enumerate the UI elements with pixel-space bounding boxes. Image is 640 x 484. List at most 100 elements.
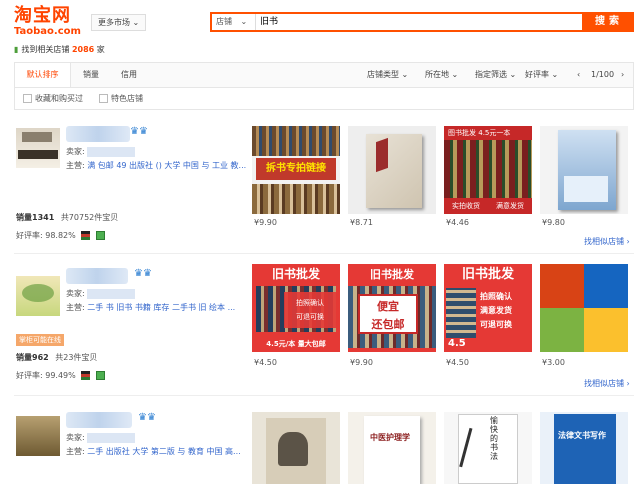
verified-icon	[95, 231, 105, 240]
seller-line: 卖家:	[66, 432, 136, 443]
rating-text: 好评率: 98.82%	[16, 231, 76, 240]
product-image[interactable]: 拆书专拍链接	[252, 126, 340, 214]
shop-name[interactable]	[66, 268, 128, 284]
tab-sales[interactable]: 销量	[73, 63, 109, 87]
similar-shops-link[interactable]: 找相似店铺 ›	[584, 236, 630, 247]
found-count: 2086	[71, 45, 95, 54]
product-label: 旧书批发	[370, 268, 414, 281]
checkbox-row: 收藏和购买过 特色店铺	[14, 88, 634, 110]
product-image[interactable]: 旧书批发 便宜还包邮	[348, 264, 436, 352]
product-price: ¥9.90	[254, 218, 277, 227]
chevron-down-icon: ⌄	[399, 70, 409, 79]
checkbox-purchased[interactable]: 收藏和购买过	[23, 93, 83, 104]
product-label: 拆书专拍链接	[256, 158, 336, 180]
product-label: 可退可换	[296, 313, 324, 321]
shop-type-dropdown[interactable]: 店铺类型 ⌄	[367, 63, 408, 87]
checkbox-icon	[23, 94, 32, 103]
seller-label: 卖家:	[66, 289, 85, 298]
search-input[interactable]	[260, 14, 560, 30]
prev-page-icon[interactable]: ‹	[577, 63, 580, 87]
product-label: 4.5	[448, 338, 466, 349]
product-label: 还包邮	[371, 318, 405, 331]
rating-line: 好评率: 98.82%	[16, 230, 105, 241]
shop-logo[interactable]	[16, 276, 60, 316]
similar-shops-link[interactable]: 找相似店铺 ›	[584, 378, 630, 389]
location-dropdown[interactable]: 所在地 ⌄	[425, 63, 458, 87]
tab-credit[interactable]: 信用	[111, 63, 147, 87]
product-image[interactable]: 旧书批发 拍照确认可退可换 4.5元/本 量大包邮	[252, 264, 340, 352]
rating-line: 好评率: 99.49%	[16, 370, 105, 381]
product-label: 旧书批发	[461, 267, 514, 282]
rating-label: 好评率	[525, 70, 549, 79]
main-business-line: 主营: 二手 书 旧书 书籍 库存 二手书 旧 绘本 ...	[66, 302, 235, 313]
location-label: 所在地	[425, 70, 449, 79]
filter-label: 指定筛选	[475, 70, 507, 79]
more-market-dropdown[interactable]: 更多市场 ⌄	[91, 14, 147, 31]
product-image[interactable]: 图书批发 4.5元一本 实拍收货 满意发货	[444, 126, 532, 214]
product-image[interactable]: 愉快的书法	[444, 412, 532, 484]
filter-dropdown[interactable]: 指定筛选 ⌄	[475, 63, 516, 87]
taobao-logo[interactable]: 淘宝网 Taobao.com	[14, 6, 84, 40]
product-label: 拍照确认	[296, 299, 324, 307]
product-label: 满意发货	[496, 202, 524, 210]
found-count-line: ▮ 找到相关店铺 2086 家	[14, 44, 105, 55]
main-label: 主营:	[66, 447, 85, 456]
chevron-down-icon: ⌄	[240, 17, 248, 26]
product-label: 旧书批发	[271, 267, 320, 281]
seller-label: 卖家:	[66, 147, 85, 156]
main-business-text[interactable]: 二手 书 旧书 书籍 库存 二手书 旧 绘本 ...	[87, 303, 235, 312]
search-type-label: 店铺	[216, 17, 232, 26]
product-image[interactable]	[540, 126, 628, 214]
search-type-select[interactable]: 店铺 ⌄	[216, 14, 256, 30]
sales-count: 销量962	[16, 353, 49, 362]
page-indicator: 1/100	[591, 70, 615, 79]
seller-name[interactable]	[87, 146, 136, 157]
consumer-protection-icon	[81, 371, 91, 380]
checkbox-featured-label: 特色店铺	[111, 94, 143, 103]
main-business-line: 主营: 满 包邮 49 出版社 () 大学 中国 与 工业 教...	[66, 160, 246, 171]
product-price: ¥4.50	[254, 358, 277, 367]
product-price: ¥3.00	[542, 358, 565, 367]
consumer-protection-icon	[81, 231, 91, 240]
shop-type-label: 店铺类型	[367, 70, 399, 79]
logo-text-en: Taobao.com	[14, 26, 81, 37]
seller-name[interactable]	[87, 288, 136, 299]
product-label: 图书批发	[448, 129, 476, 137]
product-label: 实拍收货	[452, 202, 480, 210]
tab-default-sort[interactable]: 默认排序	[15, 63, 71, 87]
product-image[interactable]	[252, 412, 340, 484]
product-label: 4.5元/本 量大包邮	[266, 340, 326, 348]
search-button[interactable]: 搜索	[584, 12, 634, 32]
shop-row: ♛♛ 卖家: 主营: 满 包邮 49 出版社 () 大学 中国 与 工业 教..…	[14, 118, 634, 254]
checkbox-featured[interactable]: 特色店铺	[99, 93, 143, 104]
shop-row: ♛♛ 卖家: 主营: 二手 书 旧书 书籍 库存 二手书 旧 绘本 ... 掌柜…	[14, 256, 634, 396]
product-image[interactable]	[348, 126, 436, 214]
seller-line: 卖家:	[66, 146, 136, 157]
shop-name[interactable]	[66, 412, 132, 428]
product-image[interactable]: 旧书批发 拍照确认 满意发货 可退可换 4.5	[444, 264, 532, 352]
seller-label: 卖家:	[66, 433, 85, 442]
product-label: 便宜	[377, 300, 399, 313]
product-price: ¥8.71	[350, 218, 373, 227]
product-price: ¥4.50	[446, 358, 469, 367]
product-price: ¥4.46	[446, 218, 469, 227]
checkbox-icon	[99, 94, 108, 103]
sales-count: 销量1341	[16, 213, 55, 222]
product-label: 可退可换	[480, 320, 512, 329]
more-market-label: 更多市场	[98, 18, 130, 27]
product-image[interactable]: 中医护理学	[348, 412, 436, 484]
product-image[interactable]: 法律文书写作	[540, 412, 628, 484]
seller-name[interactable]	[87, 432, 136, 443]
main-business-text[interactable]: 二手 出版社 大学 第二版 与 教育 中国 高...	[87, 447, 240, 456]
rating-dropdown[interactable]: 好评率 ⌄	[525, 63, 558, 87]
sort-filter-bar: 默认排序 销量 信用 店铺类型 ⌄ 所在地 ⌄ 指定筛选 ⌄ 好评率 ⌄ ‹ 1…	[14, 62, 634, 88]
next-page-icon[interactable]: ›	[621, 63, 624, 87]
shop-row: ♛♛ 卖家: 主营: 二手 出版社 大学 第二版 与 教育 中国 高... 中医…	[14, 398, 634, 484]
shop-name[interactable]	[66, 126, 130, 142]
product-image[interactable]	[540, 264, 628, 352]
shop-logo[interactable]	[16, 416, 60, 456]
main-business-text[interactable]: 满 包邮 49 出版社 () 大学 中国 与 工业 教...	[87, 161, 246, 170]
logo-text-cn: 淘宝网	[14, 5, 71, 26]
shop-logo[interactable]	[16, 128, 60, 168]
crown-rank-icon: ♛♛	[130, 126, 148, 137]
